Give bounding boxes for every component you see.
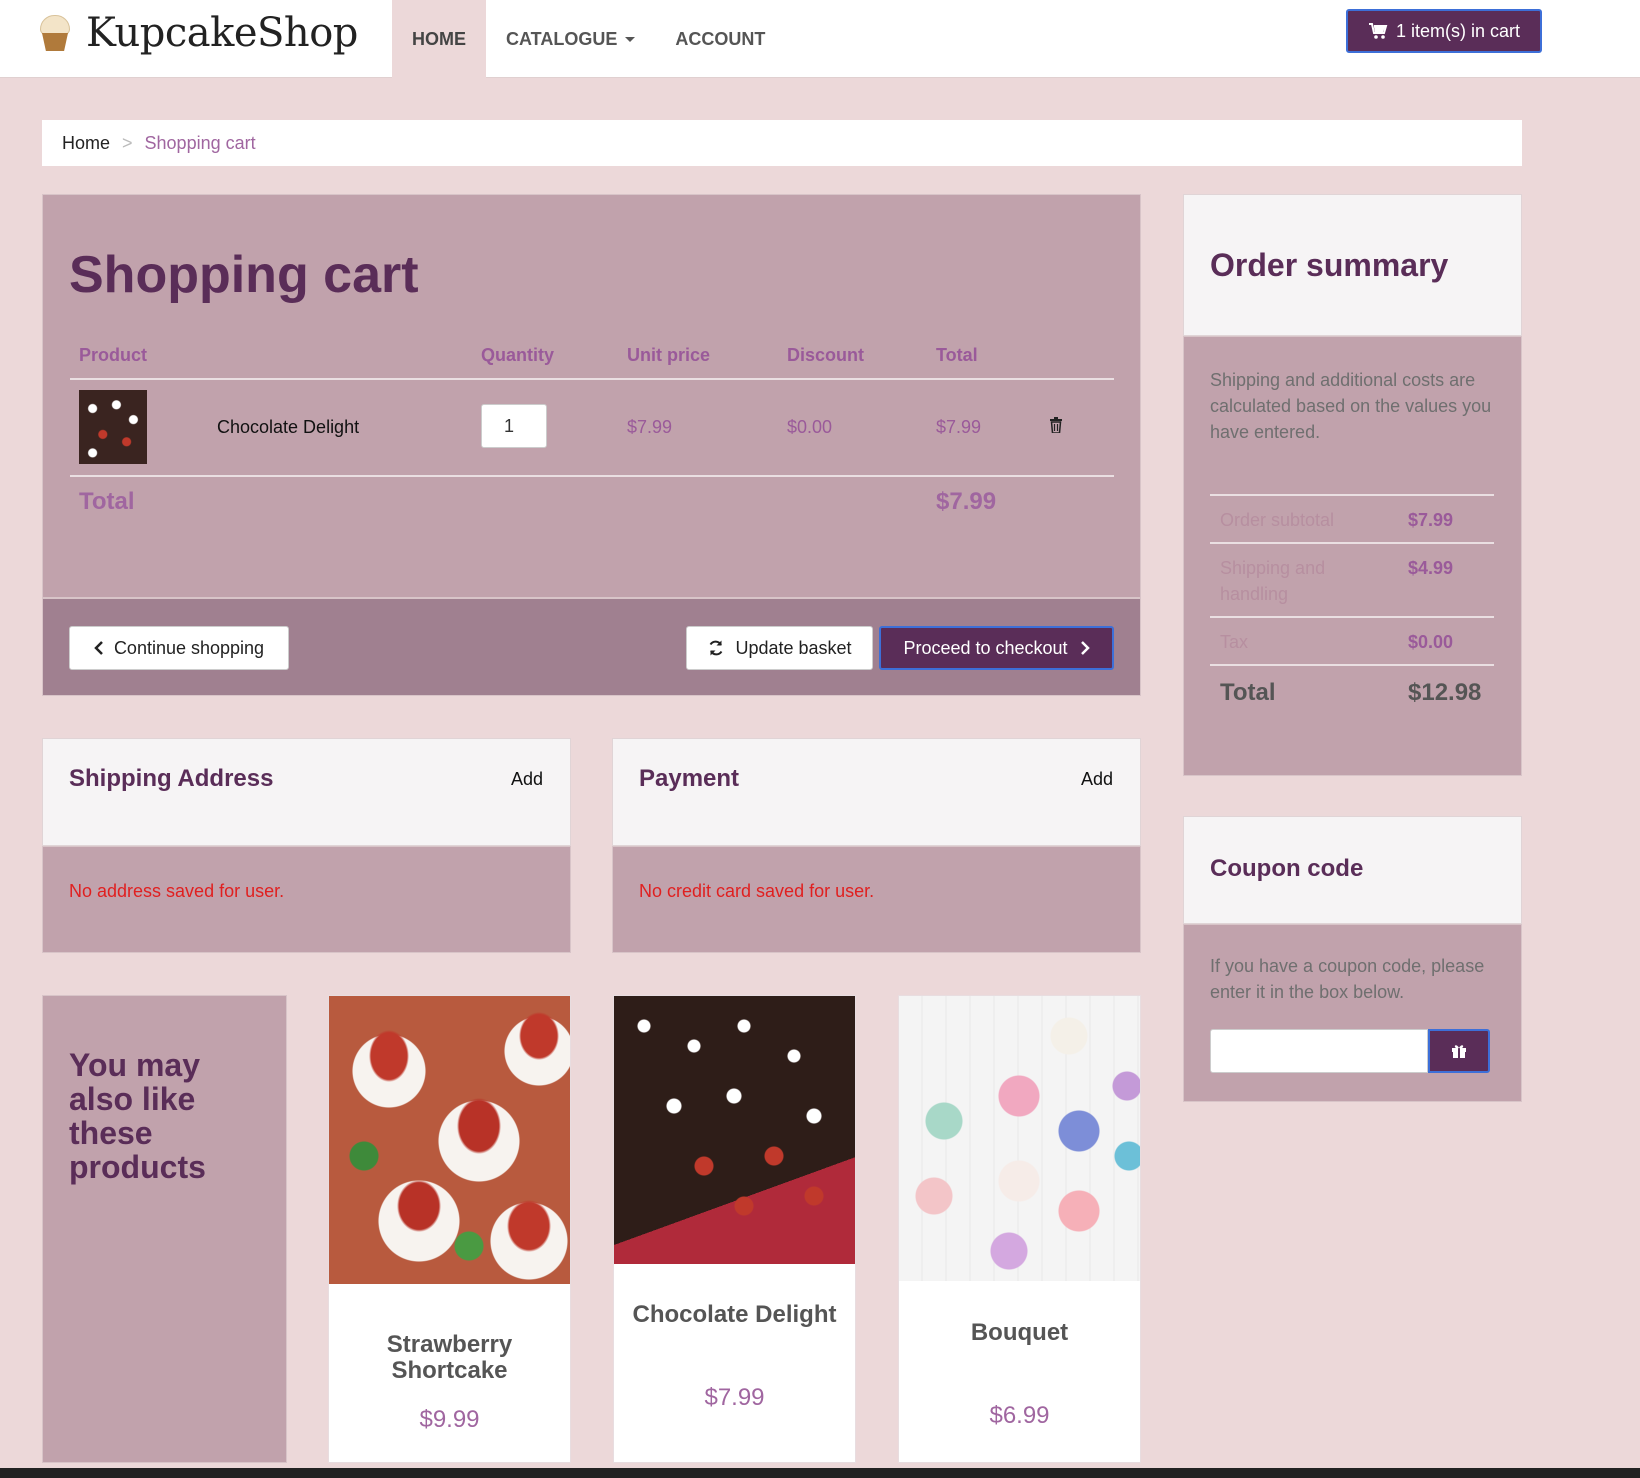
site-logo[interactable]: KupcakeShop xyxy=(36,10,358,56)
main-nav: HOME CATALOGUE ACCOUNT xyxy=(392,0,785,78)
product-name[interactable]: Bouquet xyxy=(899,1320,1140,1346)
continue-shopping-button[interactable]: Continue shopping xyxy=(69,626,289,670)
nav-account[interactable]: ACCOUNT xyxy=(655,0,785,78)
cart-item-unit-price: $7.99 xyxy=(627,417,673,437)
product-card[interactable]: Strawberry Shortcake $9.99 xyxy=(328,995,571,1463)
quantity-input[interactable] xyxy=(481,404,547,448)
add-address-link[interactable]: Add xyxy=(511,769,543,790)
top-navbar: KupcakeShop HOME CATALOGUE ACCOUNT 1 ite… xyxy=(0,0,1640,78)
summary-divider xyxy=(1210,494,1494,496)
table-divider xyxy=(70,475,1114,477)
product-name[interactable]: Strawberry Shortcake xyxy=(329,1332,570,1384)
caret-down-icon xyxy=(625,36,636,42)
coupon-note: If you have a coupon code, please enter … xyxy=(1210,956,1485,1002)
product-image[interactable] xyxy=(899,996,1140,1281)
summary-total-value: $12.98 xyxy=(1408,679,1482,706)
shipping-label: Shipping and handling xyxy=(1220,558,1326,604)
payment-title: Payment xyxy=(639,765,740,792)
order-summary-body: Shipping and additional costs are calcul… xyxy=(1183,336,1522,776)
no-card-message: No credit card saved for user. xyxy=(639,881,875,901)
logo-text: KupcakeShop xyxy=(86,10,358,56)
shipping-value: $4.99 xyxy=(1408,558,1454,578)
product-image[interactable] xyxy=(614,996,855,1264)
recommendations-title: You may also like these products xyxy=(69,1047,206,1185)
col-header-discount: Discount xyxy=(787,345,865,365)
order-summary-note: Shipping and additional costs are calcul… xyxy=(1210,370,1492,442)
cupcake-logo-icon xyxy=(36,13,74,53)
summary-divider xyxy=(1210,616,1494,618)
chevron-right-icon xyxy=(1080,641,1090,655)
update-basket-button[interactable]: Update basket xyxy=(686,626,873,670)
shipping-card-header: Shipping Address Add xyxy=(42,738,571,846)
chevron-left-icon xyxy=(94,641,103,655)
apply-coupon-button[interactable] xyxy=(1428,1029,1490,1073)
order-summary-title: Order summary xyxy=(1210,247,1449,283)
payment-card-header: Payment Add xyxy=(612,738,1141,846)
col-header-unit-price: Unit price xyxy=(627,345,711,365)
update-basket-label: Update basket xyxy=(735,637,852,658)
shipping-card-body: No address saved for user. xyxy=(42,846,571,953)
cart-button[interactable]: 1 item(s) in cart xyxy=(1346,9,1542,53)
checkout-label: Proceed to checkout xyxy=(903,637,1068,658)
nav-home-label: HOME xyxy=(412,28,466,49)
subtotal-label: Order subtotal xyxy=(1220,510,1335,530)
nav-home[interactable]: HOME xyxy=(392,0,486,78)
col-header-total: Total xyxy=(936,345,978,365)
nav-account-label: ACCOUNT xyxy=(675,28,766,49)
payment-card-body: No credit card saved for user. xyxy=(612,846,1141,953)
order-summary-header: Order summary xyxy=(1183,194,1522,336)
window-bottom-edge xyxy=(0,1468,1640,1478)
product-card[interactable]: Chocolate Delight $7.99 xyxy=(613,995,856,1463)
refresh-icon xyxy=(710,640,723,656)
coupon-title: Coupon code xyxy=(1210,855,1364,882)
shipping-title: Shipping Address xyxy=(69,765,274,792)
breadcrumb: Home > Shopping cart xyxy=(42,120,1522,166)
nav-catalogue[interactable]: CATALOGUE xyxy=(486,0,655,78)
subtotal-value: $7.99 xyxy=(1408,510,1454,530)
breadcrumb-home[interactable]: Home xyxy=(62,133,110,154)
product-price: $9.99 xyxy=(419,1406,480,1433)
product-card[interactable]: Bouquet $6.99 xyxy=(898,995,1141,1463)
nav-catalogue-label: CATALOGUE xyxy=(506,28,618,49)
product-price: $7.99 xyxy=(704,1384,765,1411)
summary-total-label: Total xyxy=(1220,679,1276,706)
coupon-header: Coupon code xyxy=(1183,816,1522,924)
add-payment-link[interactable]: Add xyxy=(1081,769,1113,790)
table-divider xyxy=(70,378,1114,380)
cart-button-label: 1 item(s) in cart xyxy=(1395,20,1521,41)
summary-divider xyxy=(1210,542,1494,544)
recommendations-panel: You may also like these products xyxy=(42,995,287,1463)
cart-total-label: Total xyxy=(79,488,135,515)
col-header-product: Product xyxy=(79,345,148,365)
breadcrumb-separator: > xyxy=(122,132,133,153)
continue-shopping-label: Continue shopping xyxy=(113,637,265,658)
col-header-quantity: Quantity xyxy=(481,345,555,365)
coupon-input[interactable] xyxy=(1210,1029,1428,1073)
breadcrumb-current: Shopping cart xyxy=(144,132,256,153)
cart-panel: Shopping cart Product Quantity Unit pric… xyxy=(42,194,1141,598)
no-address-message: No address saved for user. xyxy=(69,881,285,901)
cart-total-value: $7.99 xyxy=(936,488,997,515)
coupon-body: If you have a coupon code, please enter … xyxy=(1183,924,1522,1102)
page-title: Shopping cart xyxy=(69,246,419,304)
product-thumbnail[interactable] xyxy=(79,390,147,464)
product-image[interactable] xyxy=(329,996,570,1284)
product-name[interactable]: Chocolate Delight xyxy=(614,1302,855,1328)
cart-item-discount: $0.00 xyxy=(787,417,833,437)
cart-item-total: $7.99 xyxy=(936,417,982,437)
product-price: $6.99 xyxy=(989,1402,1050,1429)
checkout-button[interactable]: Proceed to checkout xyxy=(879,626,1114,670)
gift-icon xyxy=(1452,1045,1466,1058)
tax-label: Tax xyxy=(1220,632,1249,652)
shopping-cart-icon xyxy=(1368,23,1388,39)
trash-icon[interactable] xyxy=(1049,417,1063,433)
cart-actions: Continue shopping Update basket Proceed … xyxy=(42,598,1141,696)
summary-divider xyxy=(1210,664,1494,666)
tax-value: $0.00 xyxy=(1408,632,1454,652)
cart-item-name[interactable]: Chocolate Delight xyxy=(217,417,359,438)
